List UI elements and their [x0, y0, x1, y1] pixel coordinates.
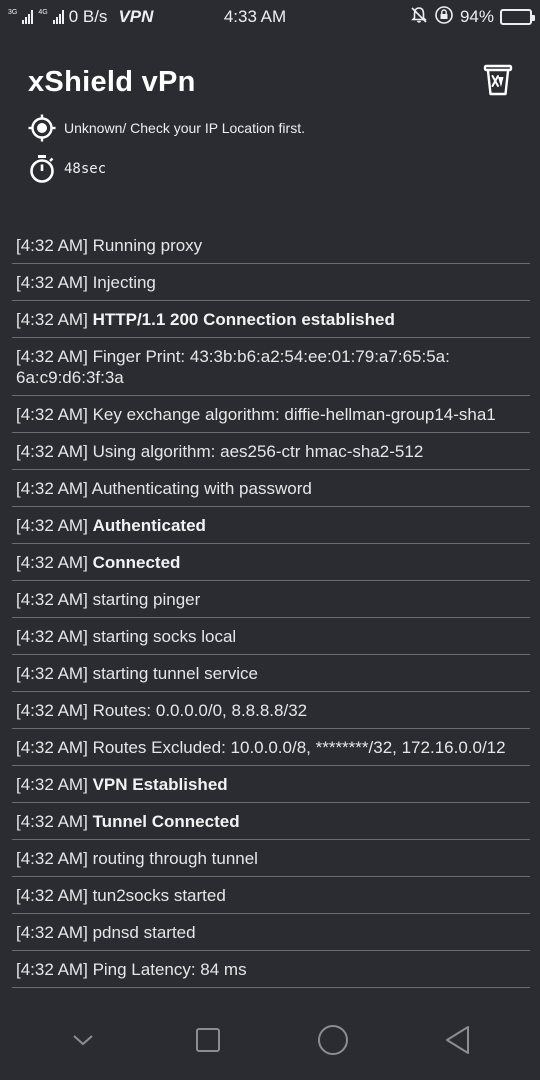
log-timestamp: [4:32 AM]	[16, 960, 88, 979]
log-timestamp: [4:32 AM]	[16, 738, 88, 757]
log-message: Connected	[92, 553, 181, 572]
log-message: starting tunnel service	[92, 664, 258, 683]
log-timestamp: [4:32 AM]	[16, 923, 88, 942]
log-message: Key exchange algorithm: diffie-hellman-g…	[92, 405, 496, 424]
stopwatch-icon	[30, 155, 54, 183]
nav-hide-button[interactable]	[53, 1010, 113, 1070]
clock: 4:33 AM	[223, 7, 287, 26]
log-timestamp: [4:32 AM]	[16, 664, 88, 683]
log-message: VPN Established	[92, 775, 228, 794]
log-row: [4:32 AM] Finger Print: 43:3b:b6:a2:54:e…	[12, 338, 530, 396]
ip-location-row[interactable]: Unknown/ Check your IP Location first.	[28, 114, 305, 142]
log-timestamp: [4:32 AM]	[16, 479, 88, 498]
nav-home-button[interactable]	[303, 1010, 363, 1070]
log-timestamp: [4:32 AM]	[16, 442, 88, 461]
log-timestamp: [4:32 AM]	[16, 627, 88, 646]
log-timestamp: [4:32 AM]	[16, 347, 88, 366]
log-row: [4:32 AM] Tunnel Connected	[12, 803, 530, 840]
log-message: starting socks local	[92, 627, 237, 646]
connection-timer-row: 48sec	[28, 154, 106, 184]
log-message: HTTP/1.1 200 Connection established	[92, 310, 395, 329]
nav-back-button[interactable]	[428, 1010, 488, 1070]
log-message: Routes: 0.0.0.0/0, 8.8.8.8/32	[92, 701, 308, 720]
ip-location-text: Unknown/ Check your IP Location first.	[64, 120, 305, 136]
log-timestamp: [4:32 AM]	[16, 590, 88, 609]
log-message: starting pinger	[92, 590, 201, 609]
crosshair-icon	[28, 114, 56, 142]
log-timestamp: [4:32 AM]	[16, 701, 88, 720]
battery-icon	[500, 9, 535, 25]
log-message: Using algorithm: aes256-ctr hmac-sha2-51…	[92, 442, 424, 461]
log-list[interactable]: [4:32 AM] Running proxy [4:32 AM] Injecti…	[12, 227, 530, 988]
log-row: [4:32 AM] Using algorithm: aes256-ctr hm…	[12, 433, 530, 470]
log-row: [4:32 AM] starting tunnel service	[12, 655, 530, 692]
connection-timer: 48sec	[64, 161, 107, 177]
log-row: [4:32 AM] Routes Excluded: 10.0.0.0/8, *…	[12, 729, 530, 766]
rotation-lock-icon	[434, 5, 454, 30]
status-bar: 3G 4G 0 B/s VPN 4:33 AM 94%	[0, 0, 540, 34]
bell-off-icon	[410, 6, 428, 29]
circle-icon	[317, 1025, 348, 1055]
triangle-back-icon	[445, 1026, 469, 1054]
log-row: [4:32 AM] HTTP/1.1 200 Connection establ…	[12, 301, 530, 338]
chevron-down-icon	[72, 1035, 93, 1046]
log-row: [4:32 AM] Authenticated	[12, 507, 530, 544]
log-timestamp: [4:32 AM]	[16, 310, 88, 329]
log-message: Ping Latency: 84 ms	[92, 960, 247, 979]
log-timestamp: [4:32 AM]	[16, 516, 88, 535]
log-timestamp: [4:32 AM]	[16, 849, 88, 868]
vpn-indicator: VPN	[118, 7, 154, 26]
log-timestamp: [4:32 AM]	[16, 775, 88, 794]
log-timestamp: [4:32 AM]	[16, 553, 88, 572]
log-message: Tunnel Connected	[92, 812, 240, 831]
log-row: [4:32 AM] Authenticating with password	[12, 470, 530, 507]
trash-icon	[483, 64, 513, 96]
log-message: Authenticated	[92, 516, 206, 535]
log-timestamp: [4:32 AM]	[16, 273, 88, 292]
log-row: [4:32 AM] starting pinger	[12, 581, 530, 618]
log-row: [4:32 AM] Key exchange algorithm: diffie…	[12, 396, 530, 433]
log-message: routing through tunnel	[92, 849, 258, 868]
network-type-3g: 3G	[8, 9, 18, 16]
log-row: [4:32 AM] routing through tunnel	[12, 840, 530, 877]
log-timestamp: [4:32 AM]	[16, 236, 88, 255]
log-message: Injecting	[92, 273, 156, 292]
log-message: Running proxy	[92, 236, 203, 255]
nav-recents-button[interactable]	[178, 1010, 238, 1070]
log-row: [4:32 AM] tun2socks started	[12, 877, 530, 914]
log-message: pdnsd started	[92, 923, 196, 942]
log-row: [4:32 AM] Injecting	[12, 264, 530, 301]
log-message: Authenticating with password	[91, 479, 312, 498]
network-type-4g: 4G	[38, 9, 48, 16]
square-icon	[195, 1028, 220, 1052]
battery-percent: 94%	[459, 7, 494, 26]
clear-logs-button[interactable]	[480, 60, 516, 100]
log-timestamp: [4:32 AM]	[16, 405, 88, 424]
signal-icon	[22, 10, 34, 24]
log-row: [4:32 AM] VPN Established	[12, 766, 530, 803]
log-row: [4:32 AM] Running proxy	[12, 227, 530, 264]
log-row: [4:32 AM] Routes: 0.0.0.0/0, 8.8.8.8/32	[12, 692, 530, 729]
log-timestamp: [4:32 AM]	[16, 886, 88, 905]
log-row: [4:32 AM] Ping Latency: 84 ms	[12, 951, 530, 988]
log-row: [4:32 AM] starting socks local	[12, 618, 530, 655]
log-message: Routes Excluded: 10.0.0.0/8, ********/32…	[92, 738, 506, 757]
log-message: tun2socks started	[92, 886, 226, 905]
log-row: [4:32 AM] Connected	[12, 544, 530, 581]
network-speed: 0 B/s	[68, 7, 108, 26]
signal-icon-2	[52, 10, 64, 24]
log-timestamp: [4:32 AM]	[16, 812, 88, 831]
navigation-bar	[0, 1000, 540, 1080]
log-row: [4:32 AM] pdnsd started	[12, 914, 530, 951]
app-title: xShield vPn	[28, 66, 196, 98]
